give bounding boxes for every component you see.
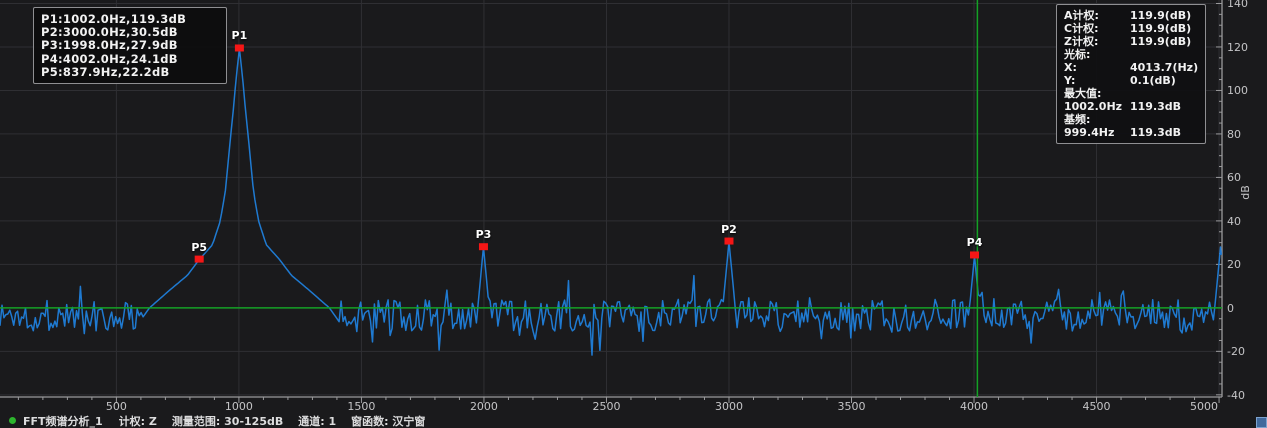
status-items: 计权: Z 测量范围: 30-125dB 通道: 1 窗函数: 汉宁窗 [119, 413, 441, 428]
info-row-value [1130, 113, 1198, 126]
status-item: 计权: Z [119, 415, 157, 428]
info-row: 基频: [1064, 113, 1198, 126]
peak-readout-line: P5:837.9Hz,22.2dB [41, 66, 219, 79]
y-tick-label: -20 [1227, 346, 1245, 358]
peak-marker-P1[interactable] [235, 44, 244, 51]
info-row: X:4013.7(Hz) [1064, 61, 1198, 74]
y-tick-label: 140 [1227, 0, 1248, 10]
info-row: Y:0.1(dB) [1064, 74, 1198, 87]
peak-label-P2: P2 [712, 224, 746, 235]
resize-handle[interactable] [1256, 417, 1267, 428]
info-row-label: C计权: [1064, 22, 1130, 35]
info-row-value: 4013.7(Hz) [1130, 61, 1198, 74]
x-tick-label: 1000 [209, 401, 269, 413]
fft-trace [0, 49, 1221, 356]
info-row-value: 119.9(dB) [1130, 35, 1198, 48]
series-indicator-dot [9, 417, 16, 424]
info-row-label: 1002.0Hz [1064, 100, 1130, 113]
info-row-label: Z计权: [1064, 35, 1130, 48]
y-tick-label: 120 [1227, 42, 1248, 54]
peak-marker-P4[interactable] [970, 251, 979, 258]
peak-label-P5: P5 [182, 242, 216, 253]
info-row-label: 光标: [1064, 48, 1130, 61]
info-row-value: 0.1(dB) [1130, 74, 1198, 87]
y-tick-label: 40 [1227, 216, 1241, 228]
x-tick-label: 4000 [944, 401, 1004, 413]
peak-marker-P5[interactable] [195, 256, 204, 263]
status-bar: FFT频谱分析_1 计权: Z 测量范围: 30-125dB 通道: 1 窗函数: 汉… [0, 413, 1267, 428]
info-row: 光标: [1064, 48, 1198, 61]
x-tick-label: 3500 [822, 401, 882, 413]
y-tick-label: 60 [1227, 172, 1241, 184]
y-tick-label: 20 [1227, 259, 1241, 271]
info-row: 999.4Hz119.3dB [1064, 126, 1198, 139]
peak-readout-line: P3:1998.0Hz,27.9dB [41, 39, 219, 52]
y-tick-label: 100 [1227, 85, 1248, 97]
peak-marker-P2[interactable] [724, 238, 733, 245]
info-row-label: 999.4Hz [1064, 126, 1130, 139]
x-tick-label: 3000 [699, 401, 759, 413]
x-tick-label: 4500 [1067, 401, 1127, 413]
x-tick-label: 5000 [1174, 401, 1234, 413]
measurement-info-panel: A计权:119.9(dB)C计权:119.9(dB)Z计权:119.9(dB)光… [1056, 4, 1206, 144]
peak-label-P1: P1 [222, 30, 256, 41]
status-item: 通道: 1 [298, 415, 336, 428]
info-row-value [1130, 87, 1198, 100]
info-row: 最大值: [1064, 87, 1198, 100]
info-row: A计权:119.9(dB) [1064, 9, 1198, 22]
info-row-label: 基频: [1064, 113, 1130, 126]
info-row-value: 119.3dB [1130, 100, 1198, 113]
measurement-info-rows: A计权:119.9(dB)C计权:119.9(dB)Z计权:119.9(dB)光… [1064, 9, 1198, 139]
peak-label-P3: P3 [466, 229, 500, 240]
y-tick-label: -40 [1227, 390, 1245, 402]
peak-readout-box: P1:1002.0Hz,119.3dBP2:3000.0Hz,30.5dBP3:… [33, 7, 227, 84]
info-row-value: 119.9(dB) [1130, 22, 1198, 35]
peak-marker-P3[interactable] [479, 243, 488, 250]
x-tick-label: 500 [86, 401, 146, 413]
peak-readout-lines: P1:1002.0Hz,119.3dBP2:3000.0Hz,30.5dBP3:… [41, 13, 219, 79]
info-row: 1002.0Hz119.3dB [1064, 100, 1198, 113]
info-row: Z计权:119.9(dB) [1064, 35, 1198, 48]
x-tick-label: 1500 [331, 401, 391, 413]
info-row-value [1130, 48, 1198, 61]
status-item: 测量范围: 30-125dB [172, 415, 283, 428]
x-tick-label: 2000 [454, 401, 514, 413]
info-row-label: X: [1064, 61, 1130, 74]
peak-readout-line: P4:4002.0Hz,24.1dB [41, 53, 219, 66]
info-row-value: 119.3dB [1130, 126, 1198, 139]
x-tick-label: 2500 [576, 401, 636, 413]
y-axis-unit-label: dB [1239, 185, 1252, 200]
info-row-label: 最大值: [1064, 87, 1130, 100]
y-tick-label: 80 [1227, 129, 1241, 141]
status-item: 窗函数: 汉宁窗 [351, 415, 425, 428]
info-row: C计权:119.9(dB) [1064, 22, 1198, 35]
series-tab-label[interactable]: FFT频谱分析_1 [23, 413, 103, 428]
peak-label-P4: P4 [958, 237, 992, 248]
info-row-label: Y: [1064, 74, 1130, 87]
y-tick-label: 0 [1227, 303, 1234, 315]
info-row-label: A计权: [1064, 9, 1130, 22]
fft-analyzer-window: P1P2P3P4P5500100015002000250030003500400… [0, 0, 1267, 428]
info-row-value: 119.9(dB) [1130, 9, 1198, 22]
